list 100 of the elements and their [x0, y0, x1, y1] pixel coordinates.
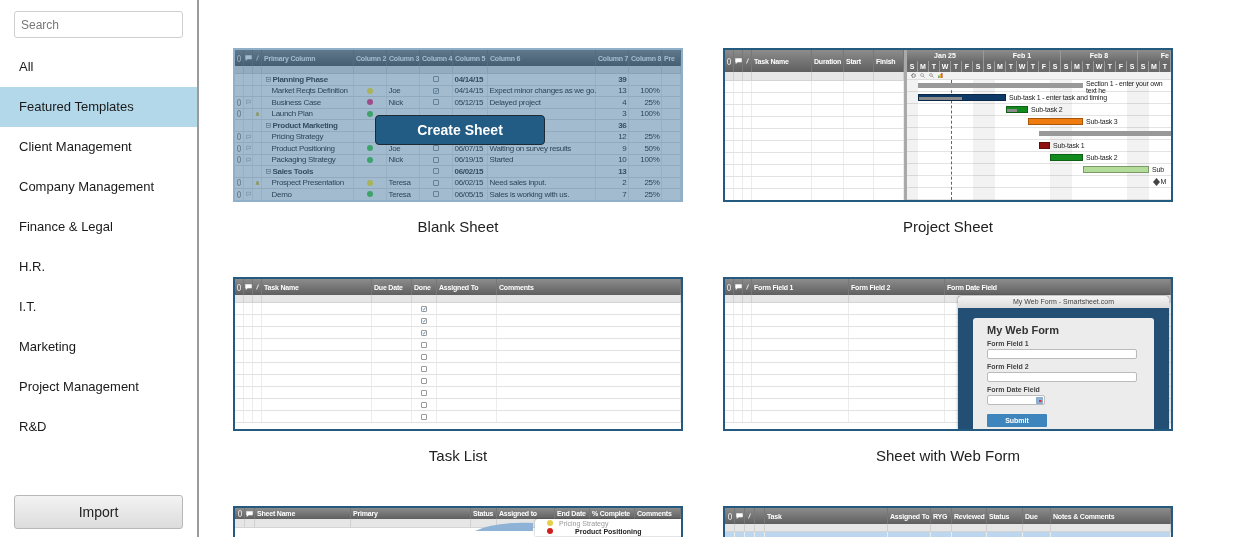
search-field[interactable]: Search	[14, 11, 183, 38]
gear-icon[interactable]	[911, 73, 916, 78]
zoom-in-icon[interactable]	[920, 73, 925, 78]
table-cell: 05/12/15	[454, 97, 484, 107]
checkbox[interactable]	[421, 413, 427, 420]
table-cell: 12	[618, 132, 627, 142]
attachment-icon	[237, 54, 241, 62]
checkbox[interactable]	[421, 377, 427, 384]
table-cell: 2	[622, 178, 627, 188]
table-cell: 06/07/15	[454, 143, 484, 153]
checkbox[interactable]	[433, 168, 439, 175]
input-field[interactable]	[987, 372, 1137, 382]
category-item[interactable]: H.R.	[0, 247, 197, 287]
task-bar[interactable]	[918, 94, 1006, 101]
table-cell: Nick	[388, 155, 403, 165]
table-cell: 25%	[644, 97, 660, 107]
category-item[interactable]: I.T.	[0, 287, 197, 327]
checkbox[interactable]	[421, 341, 427, 348]
table-cell: Expect minor changes as we go.	[489, 86, 597, 96]
comment-icon	[244, 55, 252, 61]
table-cell: 06/02/15	[454, 166, 484, 176]
slash-icon	[745, 284, 749, 290]
checkbox[interactable]	[421, 365, 427, 372]
input-field[interactable]	[987, 349, 1137, 359]
category-item[interactable]: Company Management	[0, 167, 197, 207]
table-cell: 9	[622, 143, 627, 153]
checkbox[interactable]	[421, 329, 427, 336]
task-bar[interactable]	[1028, 118, 1083, 125]
comment-icon	[736, 513, 743, 519]
checkbox[interactable]	[433, 191, 439, 198]
collapse-icon[interactable]	[265, 122, 271, 128]
attachment-icon	[727, 283, 731, 291]
checkbox[interactable]	[421, 389, 427, 396]
slash-icon	[745, 58, 749, 64]
category-item[interactable]: Marketing	[0, 327, 197, 367]
table-cell: Teresa	[388, 178, 411, 188]
milestone-diamond[interactable]	[1152, 178, 1160, 186]
checkbox[interactable]	[433, 99, 439, 106]
checkbox[interactable]	[421, 305, 427, 312]
attachment-icon	[727, 57, 731, 65]
table-cell: 06/05/15	[454, 189, 484, 199]
calendar-icon[interactable]	[1036, 396, 1043, 404]
table-cell-text: Product Positioning	[270, 143, 335, 153]
comment-icon	[734, 58, 742, 64]
attachment-icon	[237, 283, 241, 291]
table-cell: 25%	[644, 178, 660, 188]
checkbox[interactable]	[433, 87, 439, 94]
bar-chart-icon[interactable]	[938, 73, 943, 78]
comment-icon	[734, 284, 742, 290]
table-cell: 50%	[644, 143, 660, 153]
task-bar[interactable]	[1083, 166, 1149, 173]
table-cell: Delayed project	[489, 97, 541, 107]
table-cell: 10	[618, 155, 627, 165]
category-item[interactable]: R&D	[0, 407, 197, 447]
table-cell: Need sales input.	[489, 178, 547, 188]
table-cell: Waiting on survey results	[489, 143, 572, 153]
slash-icon	[255, 284, 259, 290]
category-item[interactable]: All	[0, 47, 197, 87]
table-cell-text: Market Reqts Definition	[270, 86, 348, 96]
table-cell: Sales is working with us.	[489, 189, 570, 199]
checkbox[interactable]	[421, 401, 427, 408]
category-item[interactable]: Project Management	[0, 367, 197, 407]
table-cell: 39	[618, 74, 627, 84]
collapse-icon[interactable]	[265, 168, 271, 174]
checkbox[interactable]	[421, 317, 427, 324]
category-item[interactable]: Featured Templates	[0, 87, 197, 127]
date-field[interactable]	[987, 395, 1045, 405]
template-name: Blank Sheet	[416, 218, 500, 236]
table-cell-text: Prospect Presentation	[270, 178, 344, 188]
checkbox[interactable]	[433, 76, 439, 83]
checkbox[interactable]	[433, 156, 439, 163]
table-cell-text: Pricing Strategy	[270, 132, 324, 142]
zoom-out-icon[interactable]	[929, 73, 934, 78]
create-sheet-button[interactable]: Create Sheet	[375, 115, 545, 145]
task-bar[interactable]	[1006, 106, 1028, 113]
table-cell: 7	[622, 189, 627, 199]
category-item[interactable]: Client Management	[0, 127, 197, 167]
table-cell: 4	[622, 97, 627, 107]
table-cell-text: Demo	[270, 189, 292, 199]
table-cell: 13	[618, 166, 627, 176]
collapse-icon[interactable]	[265, 76, 271, 82]
checkbox[interactable]	[421, 353, 427, 360]
category-item[interactable]: Finance & Legal	[0, 207, 197, 247]
template-preview[interactable]	[723, 48, 1173, 202]
section-name: Planning Phase	[272, 74, 328, 84]
table-cell: 100%	[640, 109, 660, 119]
import-button[interactable]: Import	[14, 495, 183, 529]
slash-icon	[255, 55, 259, 61]
table-cell: Started	[489, 155, 514, 165]
table-cell: 06/02/15	[454, 178, 484, 188]
template-name: Task List	[427, 447, 489, 465]
table-cell: Joe	[388, 86, 401, 96]
checkbox[interactable]	[433, 179, 439, 186]
slash-icon	[748, 513, 751, 519]
table-cell: 100%	[640, 155, 660, 165]
table-cell: Teresa	[388, 189, 411, 199]
table-cell: Nick	[388, 97, 403, 107]
swoosh-graphic	[475, 522, 533, 531]
table-cell: 04/14/15	[454, 86, 484, 96]
form-title: My Web Form	[987, 324, 1060, 337]
